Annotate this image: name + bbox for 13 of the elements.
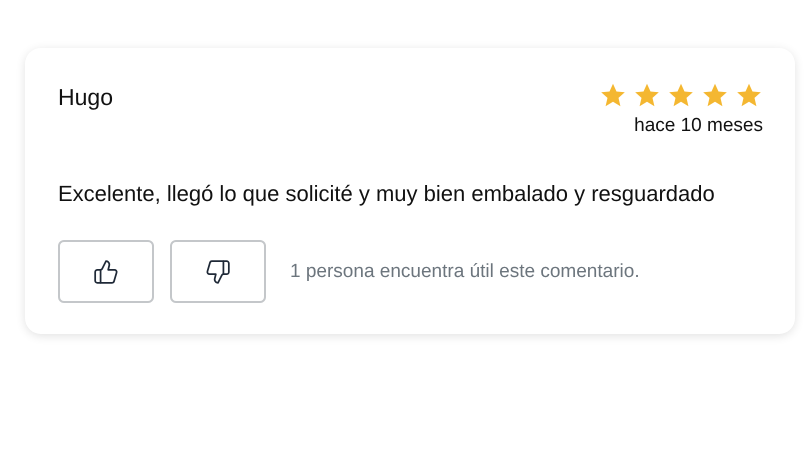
star-icon <box>701 82 729 109</box>
thumbs-down-icon <box>205 258 231 284</box>
star-icon <box>599 82 627 109</box>
dislike-button[interactable] <box>170 240 266 303</box>
author-name: Hugo <box>58 84 113 111</box>
thumbs-up-icon <box>93 258 119 284</box>
star-icon <box>735 82 763 109</box>
helpful-count: 1 persona encuentra útil este comentario. <box>290 260 640 282</box>
like-button[interactable] <box>58 240 154 303</box>
review-text: Excelente, llegó lo que solicité y muy bien embalado y resguardado <box>58 180 716 208</box>
star-icon <box>633 82 661 109</box>
star-icon <box>667 82 695 109</box>
review-time: hace 10 meses <box>634 115 763 137</box>
